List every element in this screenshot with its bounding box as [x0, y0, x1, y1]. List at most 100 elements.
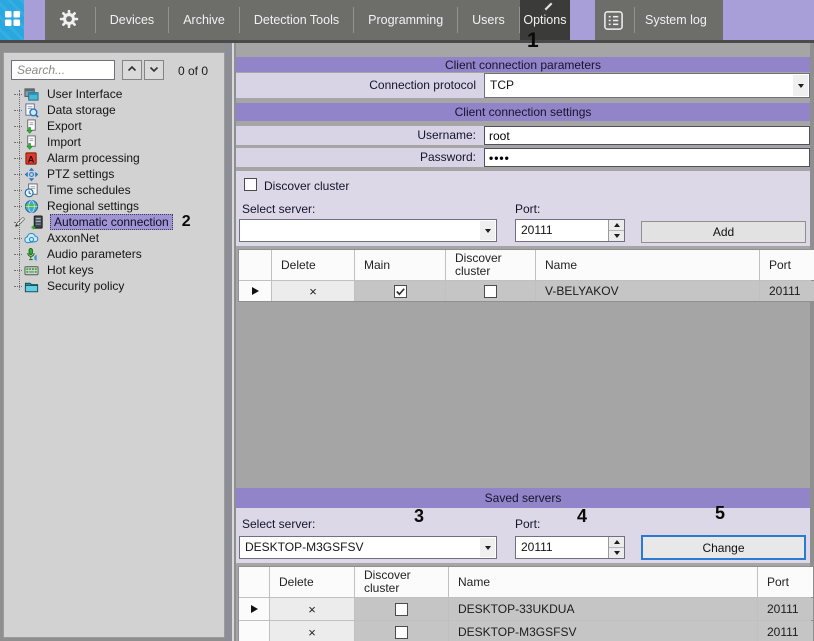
sidebar-item-security-policy[interactable]: Security policy — [10, 278, 222, 294]
main-menu-bar: DevicesArchiveDetection ToolsProgramming… — [45, 0, 570, 40]
menu-item-archive[interactable]: Archive — [169, 0, 239, 40]
chevron-down-icon — [148, 63, 160, 78]
time-schedules-icon — [24, 183, 40, 198]
tree-branch-line — [14, 270, 22, 271]
menu-item-detection-tools[interactable]: Detection Tools — [240, 0, 353, 40]
username-field[interactable] — [484, 126, 810, 145]
search-previous-button[interactable] — [122, 60, 142, 80]
server-name-cell: V-BELYAKOV — [536, 281, 759, 301]
security-policy-icon — [24, 279, 40, 294]
column-header-delete: Delete — [272, 250, 354, 280]
row-selector-cell[interactable] — [239, 598, 269, 620]
step-annotation-5: 5 — [715, 503, 725, 524]
column-header-name: Name — [449, 567, 757, 597]
export-icon — [24, 119, 40, 134]
app-grid-icon — [4, 10, 21, 30]
dropdown-arrow-icon[interactable] — [793, 75, 808, 96]
search-input[interactable] — [11, 60, 115, 80]
add-server-section: Discover cluster Select server: Port: 20… — [236, 171, 810, 246]
discover-cluster-checkbox[interactable] — [395, 603, 408, 616]
top-toolbar: DevicesArchiveDetection ToolsProgramming… — [0, 0, 814, 40]
section-header-client-connection-settings: Client connection settings — [236, 103, 810, 121]
password-field[interactable] — [484, 148, 810, 167]
sidebar-item-data-storage[interactable]: Data storage — [10, 102, 222, 118]
discover-cluster-checkbox[interactable] — [244, 178, 257, 191]
sidebar-item-axxonnet[interactable]: AxxonNet — [10, 230, 222, 246]
saved-select-server-dropdown[interactable]: DESKTOP-M3GSFSV — [239, 536, 497, 559]
column-header-delete: Delete — [270, 567, 354, 597]
stepper-buttons — [608, 220, 624, 241]
connection-protocol-value: TCP — [490, 74, 791, 97]
tree-branch-line — [14, 286, 22, 287]
menu-item-system-log[interactable]: System log — [635, 13, 717, 27]
dropdown-arrow-icon[interactable] — [480, 221, 495, 240]
step-annotation-3: 3 — [414, 506, 424, 527]
sidebar-item-import[interactable]: Import — [10, 134, 222, 150]
menu-item-users[interactable]: Users — [458, 0, 519, 40]
import-icon — [24, 135, 40, 150]
section-header-client-connection-parameters: Client connection parameters — [236, 57, 810, 72]
panel-splitter[interactable] — [225, 43, 234, 641]
menu-item-programming[interactable]: Programming — [354, 0, 457, 40]
discover-cluster-checkbox[interactable] — [395, 626, 408, 639]
menu-items: DevicesArchiveDetection ToolsProgramming… — [96, 0, 520, 40]
port-label: Port: — [515, 202, 540, 216]
sidebar-item-hot-keys[interactable]: Hot keys — [10, 262, 222, 278]
saved-port-value: 20111 — [521, 537, 553, 558]
sidebar-item-export[interactable]: Export — [10, 118, 222, 134]
tree-branch-line — [14, 206, 22, 207]
automatic-connection-icon — [30, 215, 46, 230]
column-header-port: Port — [760, 250, 814, 280]
stepper-down-icon[interactable] — [609, 547, 624, 558]
tree-branch-line — [14, 158, 22, 159]
port-stepper[interactable]: 20111 — [515, 219, 625, 242]
sidebar-item-regional-settings[interactable]: Regional settings — [10, 198, 222, 214]
sidebar-item-ptz-settings[interactable]: PTZ settings — [10, 166, 222, 182]
settings-sidebar: 0 of 0 User InterfaceData storageExportI… — [3, 52, 225, 638]
dropdown-arrow-icon[interactable] — [480, 538, 495, 557]
saved-select-server-value: DESKTOP-M3GSFSV — [245, 537, 478, 558]
step-annotation-1: 1 — [527, 29, 539, 53]
connection-protocol-select[interactable]: TCP — [484, 73, 810, 98]
discover-cluster-checkbox[interactable] — [484, 285, 497, 298]
delete-row-button[interactable]: × — [270, 598, 354, 620]
tree-branch-line — [14, 110, 22, 111]
servers-table: DeleteMainDiscover clusterNamePort×V-BEL… — [238, 249, 812, 302]
select-server-dropdown[interactable] — [239, 219, 497, 242]
main-cell — [355, 281, 445, 301]
system-log-icon — [595, 10, 634, 31]
tree-guide-line — [19, 90, 20, 290]
step-annotation-4: 4 — [577, 506, 587, 527]
sidebar-item-label: AxxonNet — [44, 231, 102, 245]
sidebar-item-automatic-connection[interactable]: Automatic connection2 — [10, 214, 222, 230]
settings-gear-button[interactable] — [45, 8, 95, 33]
column-header-name: Name — [536, 250, 759, 280]
sidebar-item-audio-parameters[interactable]: Audio parameters — [10, 246, 222, 262]
stepper-down-icon[interactable] — [609, 230, 624, 241]
password-label: Password: — [236, 148, 484, 167]
search-next-button[interactable] — [144, 60, 164, 80]
column-header-discover-cluster: Discover cluster — [446, 250, 535, 280]
stepper-up-icon[interactable] — [609, 220, 624, 230]
workspace: 0 of 0 User InterfaceData storageExportI… — [0, 40, 814, 641]
audio-parameters-icon — [24, 247, 40, 262]
delete-row-button[interactable]: × — [270, 621, 354, 641]
app-launcher-button[interactable] — [0, 0, 24, 40]
sidebar-item-label: Regional settings — [44, 199, 142, 213]
sidebar-item-alarm-processing[interactable]: AAlarm processing — [10, 150, 222, 166]
tree-branch-line — [14, 174, 22, 175]
delete-row-button[interactable]: × — [272, 281, 354, 301]
row-selector-cell[interactable] — [239, 281, 271, 301]
stepper-up-icon[interactable] — [609, 537, 624, 547]
server-port-cell: 20111 — [760, 281, 814, 301]
saved-port-stepper[interactable]: 20111 — [515, 536, 625, 559]
main-checkbox[interactable] — [394, 285, 407, 298]
add-button[interactable]: Add — [641, 221, 806, 243]
server-port-cell: 20111 — [758, 598, 813, 620]
menu-item-devices[interactable]: Devices — [96, 0, 168, 40]
sidebar-item-time-schedules[interactable]: Time schedules — [10, 182, 222, 198]
svg-text:A: A — [28, 154, 35, 164]
sidebar-item-user-interface[interactable]: User Interface — [10, 86, 222, 102]
row-selector-cell[interactable] — [239, 621, 269, 641]
change-button[interactable]: Change — [641, 535, 806, 560]
